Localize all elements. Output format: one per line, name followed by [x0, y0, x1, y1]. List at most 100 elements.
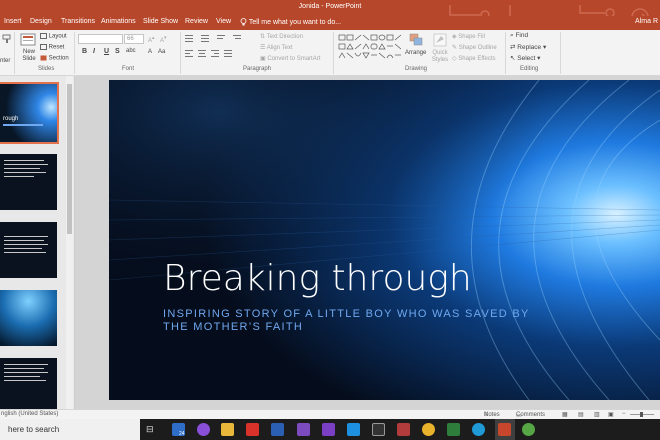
- slide-subtitle[interactable]: INSPIRING STORY OF A LITTLE BOY WHO WAS …: [163, 308, 553, 334]
- group-label-slides: Slides: [38, 66, 55, 72]
- align-text-icon: ☰: [260, 45, 266, 51]
- tell-me-text: Tell me what you want to do...: [248, 18, 342, 26]
- tab-review[interactable]: Review: [185, 18, 208, 25]
- ribbon-tabs: Insert Design Transitions Animations Sli…: [0, 16, 660, 30]
- thumbnail-ocean-image: [0, 290, 57, 346]
- change-case-icon[interactable]: Aa: [158, 49, 165, 55]
- skype-icon[interactable]: [472, 423, 485, 436]
- shape-fill-button[interactable]: ◈ Shape Fill: [452, 33, 485, 40]
- underline-button[interactable]: U: [104, 48, 109, 55]
- chrome-icon[interactable]: [422, 423, 435, 436]
- tab-design[interactable]: Design: [30, 18, 52, 25]
- user-name[interactable]: Alma R: [635, 18, 658, 25]
- reading-view-icon[interactable]: ▥: [594, 411, 600, 418]
- paste-fragment-label[interactable]: nter: [0, 58, 10, 64]
- zoom-out-icon[interactable]: −: [622, 411, 626, 417]
- onenote-icon[interactable]: [297, 423, 310, 436]
- slide-thumbnail-4[interactable]: [0, 290, 57, 346]
- smartart-icon: ▣: [260, 56, 266, 62]
- language-indicator[interactable]: nglish (United States): [1, 411, 58, 417]
- select-label: Select: [517, 55, 536, 62]
- shape-effects-button[interactable]: ◇ Shape Effects: [452, 55, 496, 62]
- bold-button[interactable]: B: [82, 48, 87, 55]
- excel-icon[interactable]: [447, 423, 460, 436]
- find-button[interactable]: ⌕ Find: [510, 32, 528, 40]
- teamviewer-icon[interactable]: [347, 423, 360, 436]
- slide-sorter-icon[interactable]: ▤: [578, 411, 584, 418]
- section-label: Section: [48, 55, 69, 62]
- search-icon: ⌕: [510, 32, 514, 39]
- task-view-icon[interactable]: ⊟: [146, 424, 159, 437]
- tab-transitions[interactable]: Transitions: [61, 18, 95, 25]
- powerpoint-taskbar-icon[interactable]: [498, 423, 511, 436]
- tab-slide-show[interactable]: Slide Show: [143, 18, 178, 25]
- shape-outline-button[interactable]: ✎ Shape Outline: [452, 44, 497, 51]
- text-direction-icon: ⇅: [260, 34, 266, 40]
- word-icon[interactable]: [271, 423, 284, 436]
- slideshow-view-icon[interactable]: ▣: [608, 411, 614, 418]
- taskbar-search-box[interactable]: here to search: [0, 419, 140, 440]
- lightbulb-icon: [240, 18, 247, 26]
- layout-button[interactable]: Layout: [40, 33, 67, 40]
- shrink-font-icon[interactable]: A▾: [160, 35, 167, 44]
- powerpoint-window: Jonida - PowerPoint Insert Design Transi…: [0, 0, 660, 440]
- tab-insert[interactable]: Insert: [4, 18, 22, 25]
- file-explorer-icon[interactable]: [221, 423, 234, 436]
- thumbnails-scrollbar[interactable]: [66, 76, 73, 409]
- group-label-editing: Editing: [520, 66, 539, 72]
- mail-badge: 24: [179, 431, 185, 437]
- slide-title[interactable]: Breaking through: [163, 258, 472, 299]
- normal-view-icon[interactable]: ▦: [562, 411, 568, 418]
- shadow-button[interactable]: abc: [126, 48, 136, 54]
- replace-icon: ⇄: [510, 44, 516, 51]
- list-buttons-icon[interactable]: [185, 34, 255, 44]
- slide-thumbnail-5[interactable]: [0, 358, 57, 409]
- align-text-button[interactable]: ☰ Align Text: [260, 44, 293, 51]
- slide-thumbnail-3[interactable]: [0, 222, 57, 278]
- format-painter-icon[interactable]: [2, 34, 12, 44]
- scrollbar-thumb[interactable]: [67, 84, 72, 234]
- italic-button[interactable]: I: [93, 48, 95, 55]
- font-name-box[interactable]: [78, 34, 123, 44]
- group-label-font: Font: [122, 66, 135, 72]
- arrange-icon: [409, 33, 423, 46]
- text-direction-button[interactable]: ⇅ Text Direction: [260, 33, 303, 40]
- font-color-icon[interactable]: A: [148, 49, 152, 55]
- visual-studio-icon[interactable]: [322, 423, 335, 436]
- title-bar: Jonida - PowerPoint: [0, 0, 660, 30]
- section-icon: [40, 55, 47, 61]
- layout-label: Layout: [48, 33, 67, 40]
- zoom-slider-handle[interactable]: [640, 412, 643, 417]
- slide-editor-canvas: Breaking through INSPIRING STORY OF A LI…: [75, 76, 660, 409]
- reset-button[interactable]: Reset: [40, 44, 64, 51]
- taskbar-search-text: here to search: [8, 425, 60, 434]
- app-icon[interactable]: [522, 423, 535, 436]
- current-slide[interactable]: Breaking through INSPIRING STORY OF A LI…: [109, 80, 660, 400]
- strikethrough-button[interactable]: S: [115, 48, 120, 55]
- group-label-drawing: Drawing: [405, 66, 428, 72]
- thumbnail-text-line: [4, 168, 40, 169]
- media-player-icon[interactable]: [372, 423, 385, 436]
- convert-smartart-button[interactable]: ▣ Convert to SmartArt: [260, 55, 320, 62]
- cursor-icon: ↖: [510, 55, 516, 62]
- select-button[interactable]: ↖ Select ▾: [510, 54, 540, 62]
- replace-button[interactable]: ⇄ Replace ▾: [510, 43, 546, 51]
- separator: [14, 32, 15, 74]
- app-icon[interactable]: [397, 423, 410, 436]
- section-button[interactable]: Section: [40, 55, 69, 62]
- shapes-gallery[interactable]: [337, 33, 403, 61]
- tab-animations[interactable]: Animations: [101, 18, 136, 25]
- viber-icon[interactable]: [197, 423, 210, 436]
- tab-view[interactable]: View: [216, 18, 231, 25]
- tell-me-box[interactable]: Tell me what you want to do...: [240, 18, 341, 26]
- separator: [505, 32, 506, 74]
- font-size-box[interactable]: 66: [124, 34, 144, 44]
- grow-font-icon[interactable]: A▴: [148, 35, 155, 44]
- align-text-label: Align Text: [266, 45, 293, 51]
- slide-thumbnail-2[interactable]: [0, 154, 57, 210]
- quick-styles-icon: [433, 33, 447, 47]
- align-buttons-icon[interactable]: [185, 49, 255, 59]
- slide-thumbnail-1[interactable]: rough: [0, 82, 59, 144]
- acrobat-icon[interactable]: [246, 423, 259, 436]
- shape-fill-label: Shape Fill: [458, 34, 485, 40]
